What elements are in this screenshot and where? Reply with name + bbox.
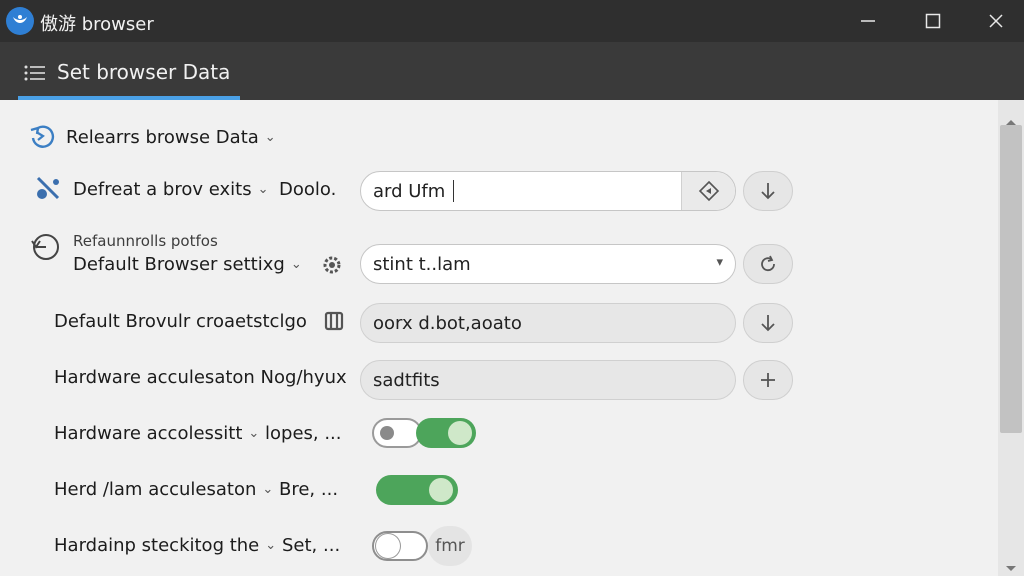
chevron-down-icon: ⌄ — [265, 538, 277, 553]
hardainp-dropdown[interactable]: Hardainp steckitog the ⌄ — [54, 535, 276, 556]
row-label: Hardware accolessitt — [54, 423, 243, 444]
herd-lam-dropdown[interactable]: Herd /lam acculesaton ⌄ — [54, 479, 273, 500]
scroll-down-arrow-icon[interactable] — [1005, 558, 1017, 576]
chevron-down-icon: ⌄ — [290, 257, 302, 272]
toggle-knob — [448, 421, 472, 445]
diamond-arrow-icon — [698, 180, 719, 202]
field-value: oorx d.bot,aoato — [373, 312, 522, 334]
chevron-down-icon: ⌄ — [248, 426, 260, 441]
toggle-switch-r6[interactable] — [416, 418, 476, 448]
toggle-knob — [376, 534, 400, 558]
row-label: Hardainp steckitog the — [54, 535, 260, 556]
hardware-accolessitt-dropdown[interactable]: Hardware accolessitt ⌄ — [54, 423, 259, 444]
title-bar: 傲游 browser — [0, 0, 1024, 42]
row-label: Default Browser settixg — [73, 254, 285, 275]
list-menu-icon[interactable] — [24, 64, 46, 86]
plus-icon — [761, 373, 775, 387]
close-button[interactable] — [966, 0, 1024, 42]
history-icon — [30, 231, 62, 267]
minimize-button[interactable] — [838, 0, 898, 42]
toggle-knob — [380, 426, 394, 440]
reload-icon — [761, 255, 775, 272]
row-sublabel: Set, ... — [282, 535, 341, 556]
row-label: Relearrs browse Data — [66, 127, 259, 148]
row-label: Hardware acculesaton Nog/hyux — [54, 367, 347, 388]
toggle-track-off — [372, 418, 422, 448]
row-label: Defreat a brov exits — [73, 179, 252, 200]
text-caret — [453, 180, 455, 202]
chevron-down-icon: ⌄ — [264, 130, 276, 145]
row-sublabel: lopes, ... — [265, 423, 342, 444]
toggle-switch-r7[interactable] — [376, 475, 458, 505]
default-browser-setting-dropdown[interactable]: Default Browser settixg ⌄ — [73, 254, 302, 275]
row-label: Default Brovulr croaetstclgo — [54, 311, 307, 332]
row-caption: Refaunnrolls potfos — [73, 232, 218, 250]
gear-icon[interactable] — [321, 254, 343, 280]
refresh-icon — [28, 122, 56, 156]
page-header: Set browser Data — [0, 42, 1024, 100]
row-label: Herd /lam acculesaton — [54, 479, 257, 500]
row-sublabel: Doolo. — [279, 179, 337, 200]
scroll-thumb[interactable] — [1000, 125, 1022, 433]
defreat-dropdown[interactable]: Defreat a brov exits ⌄ — [73, 179, 268, 200]
field-value: ard Ufm — [373, 180, 446, 202]
download-button[interactable] — [743, 171, 793, 211]
relearrs-browse-data-dropdown[interactable]: Relearrs browse Data ⌄ — [66, 127, 276, 148]
text-input-field[interactable]: ard Ufm — [360, 171, 736, 211]
brush-icon — [34, 174, 64, 208]
toggle-caption: fmr — [428, 526, 472, 566]
readonly-field[interactable]: oorx d.bot,aoato — [360, 303, 736, 343]
diamond-arrow-button[interactable] — [681, 172, 735, 210]
arrow-down-icon — [761, 183, 775, 200]
field-value: sadtfits — [373, 369, 440, 391]
add-button[interactable] — [743, 360, 793, 400]
app-title: 傲游 browser — [40, 14, 154, 35]
chevron-down-icon: ⌄ — [257, 182, 269, 197]
toggle-knob — [429, 478, 453, 502]
maximize-button[interactable] — [903, 0, 963, 42]
select-value: stint t..lam — [373, 253, 471, 275]
toggle-switch-r8[interactable] — [372, 531, 428, 561]
row-sublabel: Bre, ... — [279, 479, 339, 500]
arrow-down-icon — [761, 315, 775, 332]
chevron-down-icon: ▾ — [716, 255, 723, 270]
browser-select[interactable]: stint t..lam ▾ — [360, 244, 736, 284]
page-title: Set browser Data — [57, 60, 231, 84]
readonly-field[interactable]: sadtfits — [360, 360, 736, 400]
refresh-button[interactable] — [743, 244, 793, 284]
printer-icon[interactable] — [323, 309, 345, 337]
download-button[interactable] — [743, 303, 793, 343]
app-logo-icon — [6, 7, 34, 35]
chevron-down-icon: ⌄ — [262, 482, 274, 497]
